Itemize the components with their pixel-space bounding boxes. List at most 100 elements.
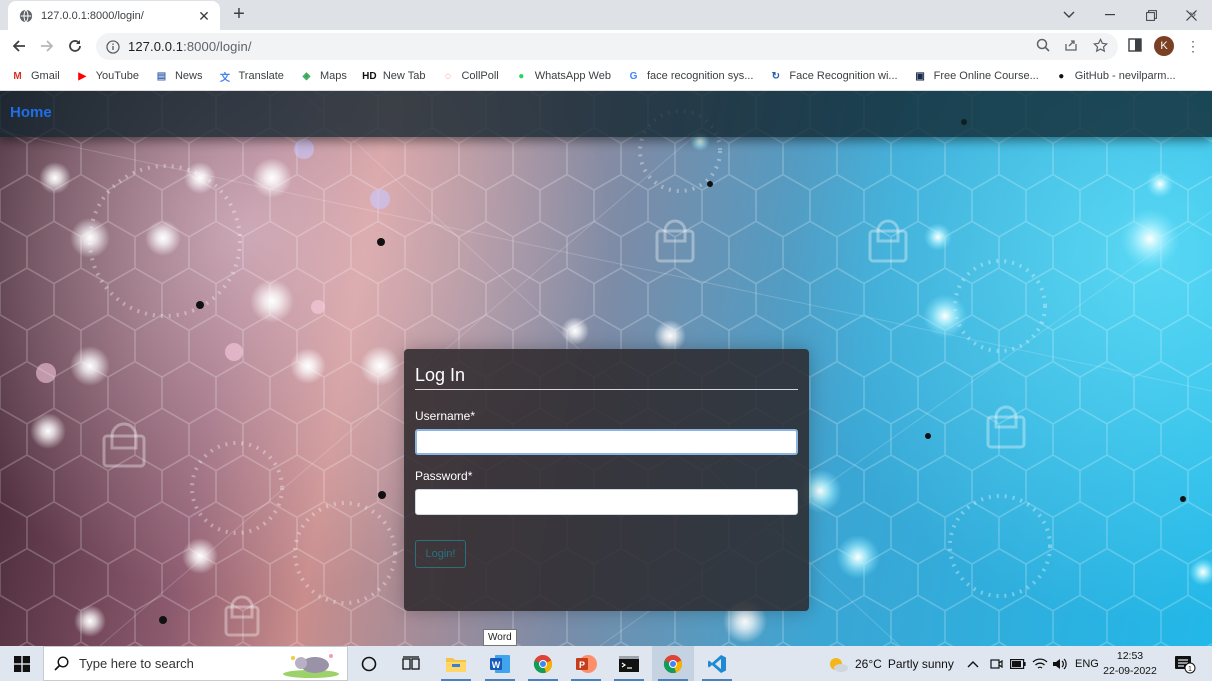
wifi-icon[interactable] <box>1032 646 1048 681</box>
bookmark-item[interactable]: M Gmail <box>10 70 60 83</box>
minimize-button[interactable] <box>1090 0 1130 30</box>
bookmark-label: Maps <box>319 70 347 82</box>
username-input[interactable] <box>415 429 798 455</box>
file-explorer-icon[interactable] <box>435 646 477 681</box>
notifications-icon[interactable]: 1 <box>1174 646 1196 681</box>
weather-temp: 26°C <box>855 656 882 671</box>
taskbar-tooltip: Word <box>483 629 517 646</box>
login-card: Log In Username* Password* Login! <box>404 349 809 611</box>
browser-toolbar: 127.0.0.1:8000/login/ <box>0 30 1212 62</box>
youtube-icon: ▶ <box>78 70 87 82</box>
weather-widget[interactable]: 26°C Partly sunny <box>827 646 954 681</box>
back-button[interactable] <box>9 36 29 56</box>
bookmark-label: News <box>174 70 203 82</box>
password-label: Password* <box>415 469 473 483</box>
restore-button[interactable] <box>1131 0 1171 30</box>
volume-icon[interactable] <box>1052 646 1068 681</box>
site-info-icon[interactable] <box>106 39 120 54</box>
menu-icon[interactable]: ⋮ <box>1186 38 1200 54</box>
terminal-icon[interactable] <box>608 646 650 681</box>
reload-button[interactable] <box>65 36 85 56</box>
login-title: Log In <box>415 365 798 390</box>
bookmark-label: Face Recognition wi... <box>789 70 898 82</box>
clock-date: 22-09-2022 <box>1103 665 1157 677</box>
share-icon[interactable] <box>1063 37 1079 53</box>
bookmark-item[interactable]: HD New Tab <box>362 70 425 83</box>
username-label: Username* <box>415 409 476 423</box>
bookmark-label: Gmail <box>31 70 60 82</box>
svg-text:W: W <box>492 660 501 670</box>
globe-icon <box>19 9 33 22</box>
windows-start-button[interactable] <box>0 646 43 681</box>
bookmarks-bar: M Gmail ▶ YouTube ▤ News 文 Translate ◈ Maps HD New … <box>0 62 1212 91</box>
page-background: Home Log In Username* Password* Login! <box>0 91 1212 646</box>
bookmark-label: Free Online Course... <box>933 70 1039 82</box>
maps-icon: ◈ <box>302 70 311 82</box>
bookmark-label: YouTube <box>95 70 139 82</box>
bookmark-label: WhatsApp Web <box>534 70 611 82</box>
bookmark-item[interactable]: Gface recognition sys... <box>626 70 754 83</box>
side-panel-icon[interactable] <box>1127 37 1143 53</box>
login-button[interactable]: Login! <box>415 540 466 568</box>
weather-text: Partly sunny <box>887 656 954 671</box>
svg-text:P: P <box>579 660 585 670</box>
bookmark-item[interactable]: ● GitHub - nevilparm... <box>1054 70 1175 83</box>
windows-logo-icon <box>13 655 30 672</box>
nav-home-link[interactable]: Home <box>10 104 52 121</box>
taskbar-search-box[interactable]: Type here to search <box>43 646 348 681</box>
tab-strip: 127.0.0.1:8000/login/ ✕ + <box>0 0 1212 30</box>
course-icon: ▣ <box>915 70 925 82</box>
collpoll-icon: ◌ <box>444 70 451 82</box>
url-text: 127.0.0.1:8000/login/ <box>128 39 252 54</box>
chrome-icon[interactable] <box>522 646 564 681</box>
hd-icon: HD <box>362 70 377 82</box>
powerpoint-icon[interactable]: P <box>565 646 607 681</box>
bookmark-label: face recognition sys... <box>646 70 754 82</box>
bookmark-item[interactable]: ▤ News <box>154 70 203 83</box>
system-clock[interactable]: 12:53 22-09-2022 <box>1100 649 1160 679</box>
bookmark-star-icon[interactable] <box>1092 37 1108 53</box>
bookmark-item[interactable]: ◈ Maps <box>299 70 347 83</box>
translate-icon: 文 <box>219 72 230 84</box>
edge-icon: ↻ <box>771 70 781 82</box>
tab-search-chevron-icon[interactable] <box>1049 0 1089 30</box>
bookmark-item[interactable]: ◌ CollPoll <box>440 70 499 83</box>
notification-count: 1 <box>1188 666 1192 673</box>
top-navbar: Home <box>0 91 1212 137</box>
word-icon[interactable]: W <box>479 646 521 681</box>
bookmark-item[interactable]: ↻ Face Recognition wi... <box>768 70 898 83</box>
bookmark-item[interactable]: ▶ YouTube <box>75 70 139 83</box>
browser-tab[interactable]: 127.0.0.1:8000/login/ ✕ <box>8 1 220 30</box>
bookmark-label: Translate <box>238 70 284 82</box>
new-tab-button[interactable]: + <box>229 4 249 25</box>
address-bar[interactable]: 127.0.0.1:8000/login/ <box>96 33 1118 60</box>
task-view-cortana-icon[interactable] <box>348 646 390 681</box>
battery-icon[interactable] <box>1010 646 1026 681</box>
meet-now-icon[interactable] <box>989 646 1003 681</box>
bookmark-label: CollPoll <box>461 70 499 82</box>
vscode-icon[interactable] <box>696 646 738 681</box>
profile-avatar[interactable]: K <box>1154 36 1174 56</box>
gmail-icon: M <box>13 70 22 82</box>
forward-button[interactable] <box>37 36 57 56</box>
clock-time: 12:53 <box>1116 650 1144 662</box>
search-icon <box>54 656 69 671</box>
news-icon: ▤ <box>156 70 167 82</box>
bookmark-item[interactable]: ● WhatsApp Web <box>514 70 611 83</box>
show-hidden-icons-chevron-icon[interactable] <box>967 646 979 681</box>
zoom-icon[interactable] <box>1035 37 1051 53</box>
close-tab-icon[interactable]: ✕ <box>196 8 212 24</box>
taskbar: Type here to search W P 26°C Partly sunn… <box>0 646 1212 681</box>
tab-title: 127.0.0.1:8000/login/ <box>41 9 144 22</box>
task-view-icon[interactable] <box>390 646 432 681</box>
bookmark-item[interactable]: 文 Translate <box>217 70 284 84</box>
bookmark-item[interactable]: ▣ Free Online Course... <box>913 70 1039 83</box>
input-language[interactable]: ENG <box>1075 646 1099 681</box>
chrome-active-icon[interactable] <box>652 646 694 681</box>
password-input[interactable] <box>415 489 798 515</box>
search-placeholder: Type here to search <box>79 656 194 671</box>
search-highlight-illustration-icon <box>283 654 339 678</box>
partly-sunny-icon <box>830 657 848 672</box>
google-icon: G <box>629 70 638 82</box>
more-bookmarks-icon[interactable]: » <box>1189 7 1196 21</box>
